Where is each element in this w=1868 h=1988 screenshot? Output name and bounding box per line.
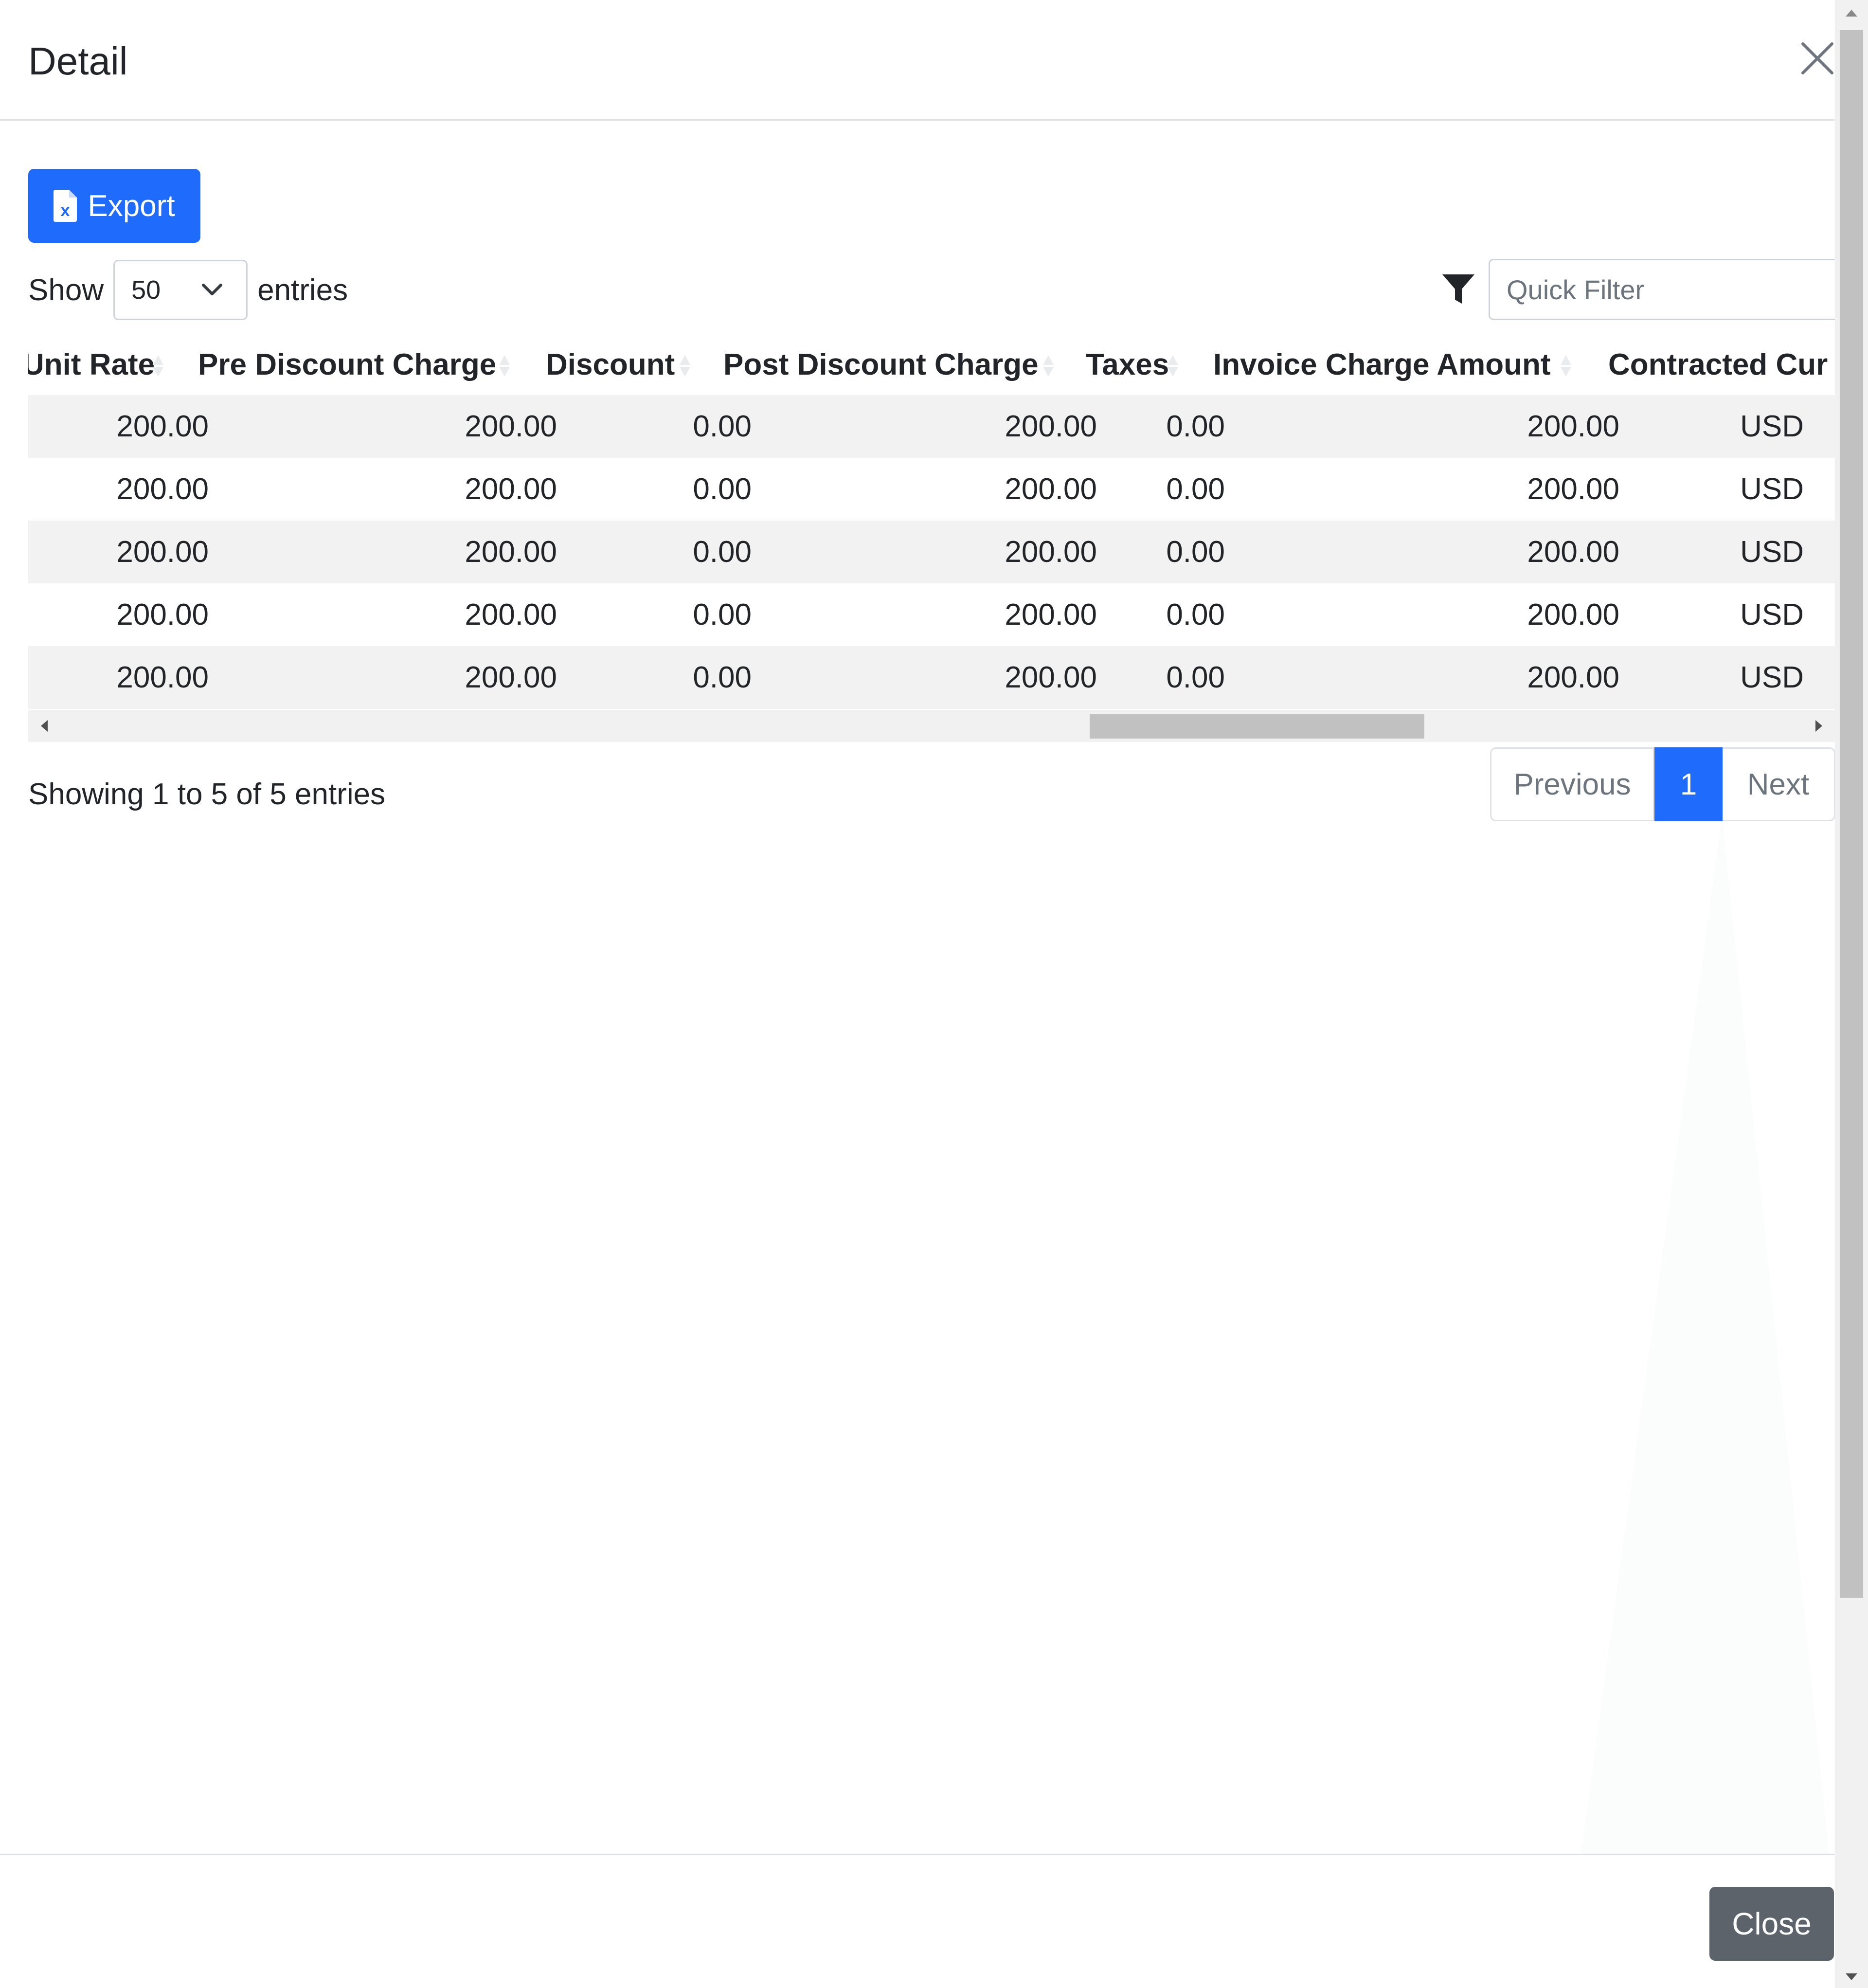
cell-taxes: 0.00 bbox=[1166, 661, 1225, 694]
cell-unit-rate: 200.00 bbox=[116, 410, 209, 443]
scroll-down-icon[interactable] bbox=[1846, 1973, 1857, 1980]
page-size-control: Show 50 entries bbox=[28, 260, 348, 320]
pagination: Previous 1 Next bbox=[1490, 747, 1835, 821]
cell-unit-rate: 200.00 bbox=[116, 472, 209, 506]
detail-modal: Detail x Export Show 50 entries Quick Fi… bbox=[0, 0, 1868, 1988]
cell-contracted-currency: USD bbox=[1740, 661, 1804, 694]
cell-contracted-currency: USD bbox=[1740, 472, 1804, 506]
horizontal-scroll-thumb[interactable] bbox=[1090, 714, 1424, 739]
vertical-scrollbar[interactable] bbox=[1835, 0, 1868, 1988]
vertical-scroll-thumb[interactable] bbox=[1840, 30, 1863, 1598]
column-header-unit-rate[interactable]: Unit Rate bbox=[28, 336, 155, 394]
column-header-discount[interactable]: Discount bbox=[546, 336, 675, 394]
column-header-contracted-currency[interactable]: Contracted Cur bbox=[1608, 336, 1828, 394]
table-row: 200.00 200.00 0.00 200.00 0.00 200.00 US… bbox=[28, 583, 1835, 646]
scroll-right-icon[interactable] bbox=[1815, 720, 1822, 732]
horizontal-scrollbar[interactable] bbox=[28, 710, 1835, 742]
table-info: Showing 1 to 5 of 5 entries bbox=[28, 777, 386, 811]
cell-pre-discount-charge: 200.00 bbox=[465, 535, 557, 569]
cell-discount: 0.00 bbox=[693, 598, 752, 632]
cell-pre-discount-charge: 200.00 bbox=[465, 661, 557, 694]
close-button[interactable]: Close bbox=[1709, 1887, 1834, 1961]
table-header: Unit Rate Pre Discount Charge Discount P… bbox=[28, 336, 1835, 394]
page-size-select[interactable]: 50 bbox=[113, 260, 248, 320]
next-page-button[interactable]: Next bbox=[1723, 747, 1835, 821]
svg-text:x: x bbox=[61, 201, 70, 220]
cell-invoice-charge-amount: 200.00 bbox=[1527, 472, 1619, 506]
table-row: 200.00 200.00 0.00 200.00 0.00 200.00 US… bbox=[28, 521, 1835, 583]
cell-pre-discount-charge: 200.00 bbox=[465, 410, 557, 443]
excel-file-icon: x bbox=[54, 190, 77, 222]
cell-discount: 0.00 bbox=[693, 410, 752, 443]
cell-contracted-currency: USD bbox=[1740, 535, 1804, 569]
cell-contracted-currency: USD bbox=[1740, 598, 1804, 632]
scroll-left-icon[interactable] bbox=[41, 720, 48, 732]
cell-post-discount-charge: 200.00 bbox=[1005, 598, 1097, 632]
cell-contracted-currency: USD bbox=[1740, 410, 1804, 443]
column-header-taxes[interactable]: Taxes bbox=[1086, 336, 1169, 394]
entries-label: entries bbox=[257, 273, 348, 307]
export-label: Export bbox=[88, 189, 175, 223]
cell-discount: 0.00 bbox=[693, 535, 752, 569]
background-shape bbox=[1581, 817, 1829, 1854]
cell-taxes: 0.00 bbox=[1166, 472, 1225, 506]
cell-pre-discount-charge: 200.00 bbox=[465, 472, 557, 506]
chevron-down-icon bbox=[202, 284, 223, 295]
cell-post-discount-charge: 200.00 bbox=[1005, 661, 1097, 694]
cell-unit-rate: 200.00 bbox=[116, 598, 209, 632]
cell-post-discount-charge: 200.00 bbox=[1005, 535, 1097, 569]
cell-taxes: 0.00 bbox=[1166, 535, 1225, 569]
cell-post-discount-charge: 200.00 bbox=[1005, 472, 1097, 506]
sort-icon bbox=[1561, 355, 1571, 377]
cell-invoice-charge-amount: 200.00 bbox=[1527, 598, 1619, 632]
column-header-pre-discount-charge[interactable]: Pre Discount Charge bbox=[198, 336, 496, 394]
column-header-post-discount-charge[interactable]: Post Discount Charge bbox=[723, 336, 1039, 394]
cell-taxes: 0.00 bbox=[1166, 598, 1225, 632]
close-icon[interactable] bbox=[1800, 41, 1835, 76]
table-row: 200.00 200.00 0.00 200.00 0.00 200.00 US… bbox=[28, 646, 1835, 709]
page-1-button[interactable]: 1 bbox=[1654, 747, 1723, 821]
sort-icon bbox=[1168, 355, 1178, 377]
cell-discount: 0.00 bbox=[693, 472, 752, 506]
quick-filter-input[interactable] bbox=[1489, 259, 1835, 320]
sort-icon bbox=[680, 355, 690, 377]
page-size-value: 50 bbox=[131, 275, 161, 305]
export-button[interactable]: x Export bbox=[28, 169, 200, 243]
cell-unit-rate: 200.00 bbox=[116, 661, 209, 694]
modal-title: Detail bbox=[28, 39, 128, 83]
sort-icon bbox=[499, 355, 510, 377]
table-row: 200.00 200.00 0.00 200.00 0.00 200.00 US… bbox=[28, 395, 1835, 458]
modal-header: Detail bbox=[0, 0, 1835, 121]
cell-unit-rate: 200.00 bbox=[116, 535, 209, 569]
scroll-up-icon[interactable] bbox=[1846, 10, 1857, 17]
filter-icon[interactable] bbox=[1441, 272, 1475, 307]
cell-invoice-charge-amount: 200.00 bbox=[1527, 535, 1619, 569]
modal-footer bbox=[0, 1854, 1835, 1988]
cell-invoice-charge-amount: 200.00 bbox=[1527, 661, 1619, 694]
cell-pre-discount-charge: 200.00 bbox=[465, 598, 557, 632]
sort-icon bbox=[1043, 355, 1054, 377]
show-label: Show bbox=[28, 273, 104, 307]
cell-post-discount-charge: 200.00 bbox=[1005, 410, 1097, 443]
cell-discount: 0.00 bbox=[693, 661, 752, 694]
sort-icon bbox=[153, 355, 163, 377]
cell-taxes: 0.00 bbox=[1166, 410, 1225, 443]
table-row: 200.00 200.00 0.00 200.00 0.00 200.00 US… bbox=[28, 458, 1835, 521]
previous-page-button[interactable]: Previous bbox=[1490, 747, 1654, 821]
cell-invoice-charge-amount: 200.00 bbox=[1527, 410, 1619, 443]
column-header-invoice-charge-amount[interactable]: Invoice Charge Amount bbox=[1213, 336, 1551, 394]
data-table: Unit Rate Pre Discount Charge Discount P… bbox=[28, 336, 1835, 742]
